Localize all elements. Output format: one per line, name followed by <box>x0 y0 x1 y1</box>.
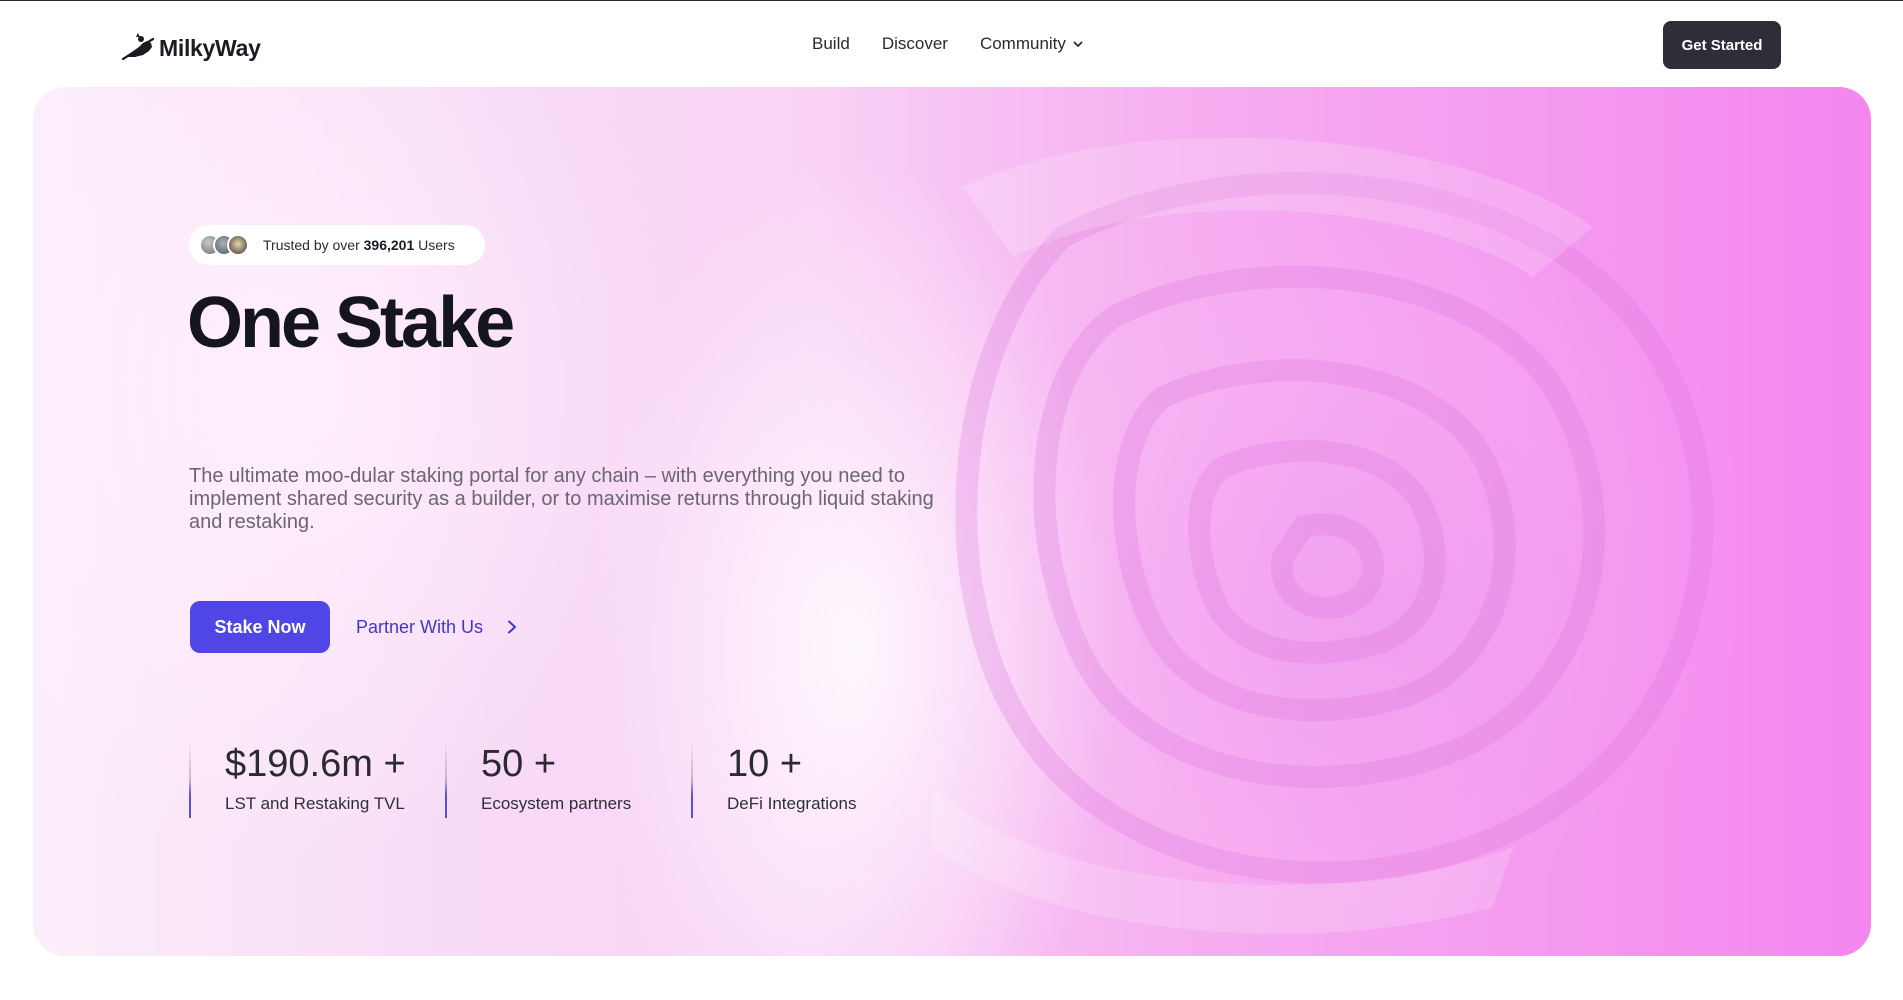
nav-item-discover[interactable]: Discover <box>882 34 948 54</box>
avatar <box>227 234 249 256</box>
brand-name: MilkyWay <box>159 34 261 61</box>
stat-integrations: 10 + DeFi Integrations <box>691 742 856 818</box>
stat-label: LST and Restaking TVL <box>225 794 405 813</box>
chevron-right-icon <box>508 620 517 634</box>
hero-title: One Stake <box>187 283 515 363</box>
stat-value: 50 + <box>481 743 557 785</box>
nav-item-label: Community <box>979 34 1066 53</box>
stat-value: 10 + <box>727 743 803 785</box>
stat-label: Ecosystem partners <box>481 794 632 813</box>
stat-label: DeFi Integrations <box>727 794 857 813</box>
badge-prefix: Trusted by over <box>263 237 360 253</box>
stat-divider <box>189 742 191 818</box>
nav-item-label: Discover <box>881 34 948 53</box>
hero-subtitle: The ultimate moo-dular staking portal fo… <box>189 465 934 533</box>
trusted-users-text: Trusted by over 396,201 Users <box>263 237 455 253</box>
cow-planet-logo-icon <box>121 33 155 61</box>
hero-section: Trusted by over 396,201 Users One Stake … <box>33 87 1871 956</box>
nav-item-label: Build <box>812 34 850 53</box>
stat-value: $190.6m + <box>225 743 406 785</box>
main-nav: Build Discover Community <box>812 34 1084 54</box>
partner-with-us-link[interactable]: Partner With Us <box>356 614 519 640</box>
badge-suffix: Users <box>418 237 455 253</box>
stat-partners: 50 + Ecosystem partners <box>445 742 631 818</box>
stake-now-button[interactable]: Stake Now <box>190 601 330 653</box>
trusted-users-badge: Trusted by over 396,201 Users <box>189 225 485 265</box>
chevron-down-icon <box>1073 41 1083 47</box>
stat-divider <box>445 742 447 818</box>
user-count: 396,201 <box>363 237 415 253</box>
stat-divider <box>691 742 693 818</box>
site-header: MilkyWay Build Discover Community Get St… <box>0 1 1903 87</box>
get-started-button[interactable]: Get Started <box>1663 21 1781 69</box>
nav-item-community[interactable]: Community <box>980 34 1084 54</box>
stat-tvl: $190.6m + LST and Restaking TVL <box>189 742 406 818</box>
avatar-group <box>199 234 249 256</box>
nav-item-build[interactable]: Build <box>812 34 850 54</box>
partner-link-label: Partner With Us <box>356 616 484 637</box>
brand-logo[interactable]: MilkyWay <box>121 31 261 65</box>
